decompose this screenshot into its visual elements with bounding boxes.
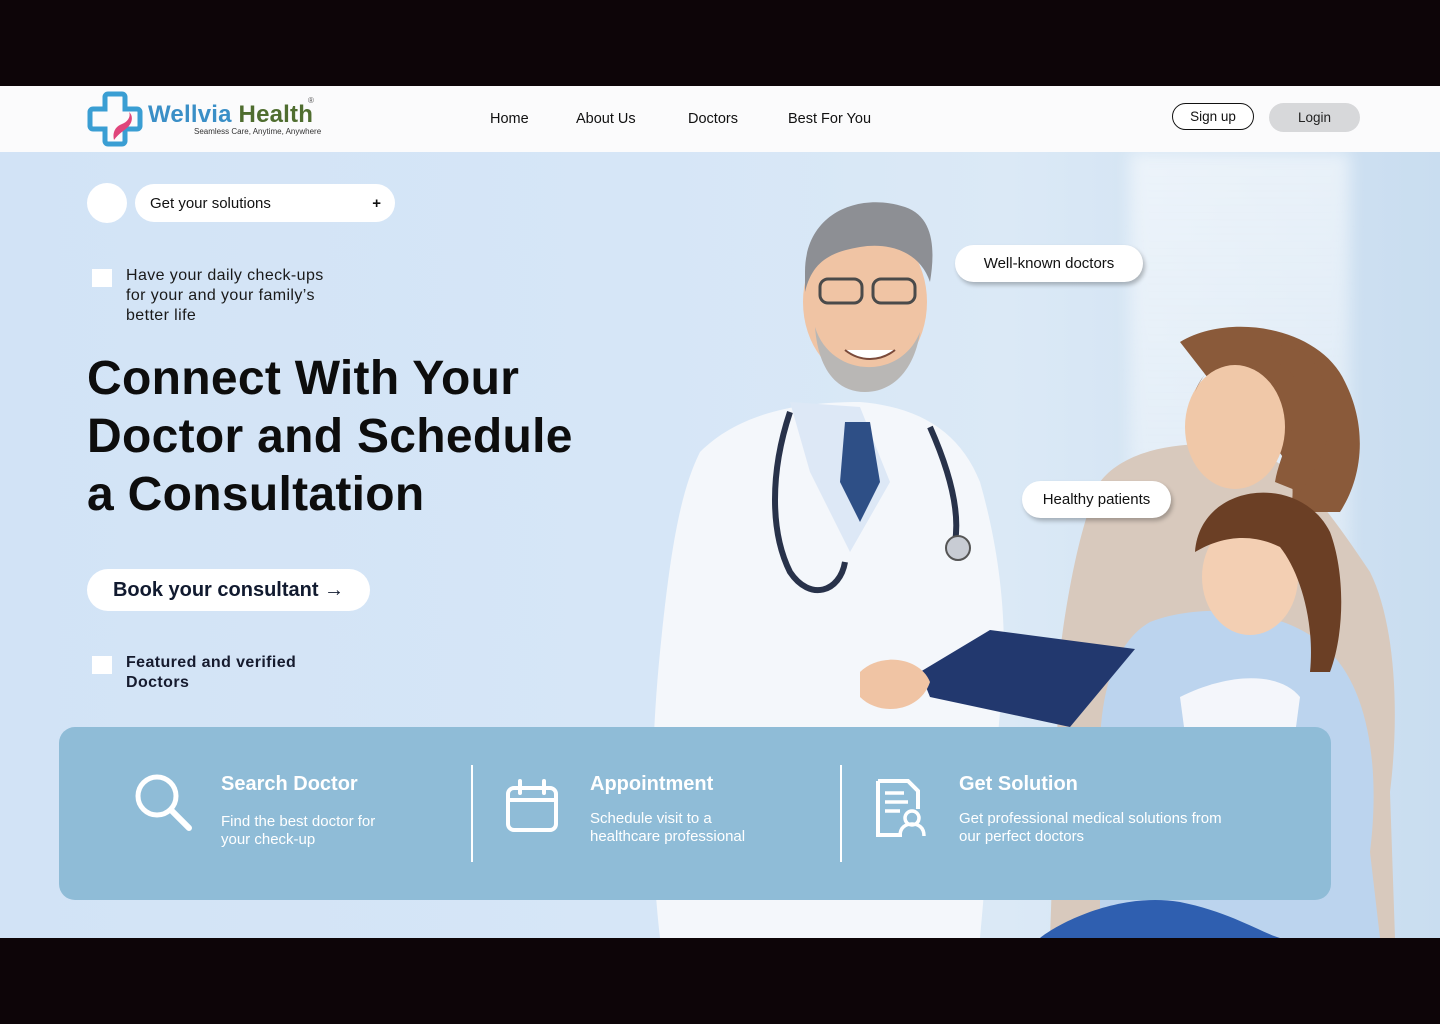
tag-well-known-doctors: Well-known doctors <box>955 245 1143 282</box>
checkbox-square-icon <box>92 656 112 674</box>
nav-about-us[interactable]: About Us <box>576 111 636 127</box>
checkup-text: Have your daily check-ups for your and y… <box>126 267 324 324</box>
featured-doctors-note: Featured and verified Doctors <box>92 653 326 693</box>
site-header: Wellvia Health ® Seamless Care, Anytime,… <box>0 86 1440 152</box>
feature-desc: Find the best doctor for your check-up <box>221 813 376 848</box>
feature-desc: Schedule visit to a healthcare professio… <box>590 810 746 845</box>
hero-headline: Connect With Your Doctor and Schedule a … <box>87 352 573 521</box>
feature-appointment[interactable]: Appointment Schedule visit to a healthca… <box>473 727 841 900</box>
featured-doctors-text: Featured and verified Doctors <box>126 654 297 691</box>
feature-desc: Get professional medical solutions from … <box>959 810 1222 845</box>
get-solutions-button[interactable]: Get your solutions + <box>135 184 395 222</box>
brand-name: Wellvia Health <box>148 101 313 129</box>
feature-title: Appointment <box>590 773 714 795</box>
calendar-icon <box>506 779 558 832</box>
checkbox-square-icon <box>92 269 112 287</box>
solutions-avatar-circle[interactable] <box>87 183 127 223</box>
tag-healthy-patients: Healthy patients <box>1022 481 1171 518</box>
nav-doctors[interactable]: Doctors <box>688 111 738 127</box>
brand-name-part1: Wellvia <box>148 101 232 128</box>
feature-title: Get Solution <box>959 773 1078 795</box>
page-frame: Wellvia Health ® Seamless Care, Anytime,… <box>0 86 1440 938</box>
plus-icon: + <box>372 194 381 212</box>
checkup-feature: Have your daily check-ups for your and y… <box>92 266 336 326</box>
registered-mark: ® <box>308 96 314 105</box>
brand-tagline: Seamless Care, Anytime, Anywhere <box>194 127 322 136</box>
feature-search-doctor[interactable]: Search Doctor Find the best doctor for y… <box>59 727 472 900</box>
brand-name-part2: Health <box>238 101 314 128</box>
feature-get-solution[interactable]: Get Solution Get professional medical so… <box>842 727 1331 900</box>
get-solutions-label: Get your solutions <box>150 194 271 212</box>
book-consultant-button[interactable]: Book your consultant → <box>87 569 370 611</box>
nav-best-for-you[interactable]: Best For You <box>788 111 871 127</box>
medical-cross-logo-icon <box>87 91 143 147</box>
document-user-icon <box>876 779 926 837</box>
search-icon <box>135 774 192 831</box>
features-bar: Search Doctor Find the best doctor for y… <box>59 727 1331 900</box>
signup-button[interactable]: Sign up <box>1172 103 1254 130</box>
login-button[interactable]: Login <box>1269 103 1360 132</box>
hero-section: Get your solutions + Have your daily che… <box>0 152 1440 938</box>
brand-logo[interactable]: Wellvia Health ® Seamless Care, Anytime,… <box>86 90 326 148</box>
feature-title: Search Doctor <box>221 773 358 795</box>
nav-home[interactable]: Home <box>490 111 529 127</box>
